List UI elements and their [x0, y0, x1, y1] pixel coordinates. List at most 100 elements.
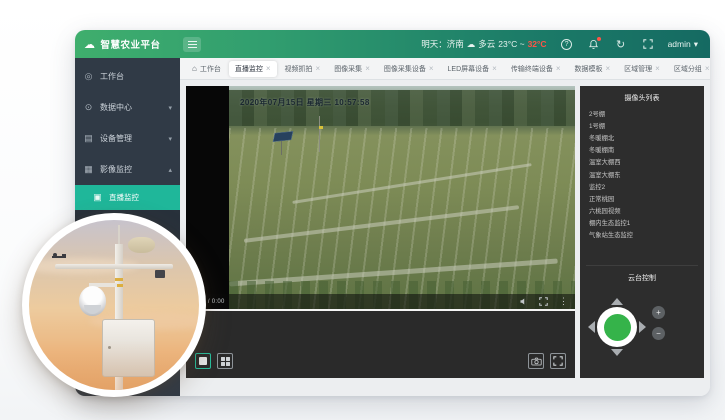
- help-icon[interactable]: ?: [560, 37, 574, 51]
- ptz-up-button[interactable]: [611, 298, 623, 305]
- camera-list-item[interactable]: 1号棚: [580, 119, 704, 131]
- camera-list-item[interactable]: 2号棚: [580, 107, 704, 119]
- sidebar-item-data-center[interactable]: ⊙ 数据中心 ▾: [75, 92, 180, 123]
- temp-high: 32°C: [528, 39, 547, 49]
- camera-list-item[interactable]: 棚内生态监控1: [580, 217, 704, 229]
- grid-view-icon: [221, 357, 230, 366]
- volume-icon[interactable]: [519, 297, 528, 306]
- camera-list-item[interactable]: 正常桃园: [580, 192, 704, 204]
- camera-list-item[interactable]: 冬暖棚南: [580, 144, 704, 156]
- chevron-down-icon: ▾: [694, 39, 698, 50]
- weather-station-photo: [22, 213, 206, 397]
- tab-image-collection[interactable]: 图像采集 ×: [328, 61, 376, 77]
- single-view-icon: [199, 357, 207, 365]
- more-options-icon[interactable]: ⋮: [559, 297, 568, 306]
- player-fullscreen-button[interactable]: [550, 353, 566, 369]
- tab-transmission-devices[interactable]: 传输终端设备 ×: [505, 61, 567, 77]
- video-frame-field: 2020年07月15日 星期三 10:57:58: [229, 86, 575, 311]
- user-name: admin: [668, 39, 691, 49]
- ptz-right-button[interactable]: [639, 321, 646, 333]
- ptz-dpad: [589, 299, 645, 355]
- close-icon[interactable]: ×: [655, 65, 660, 73]
- chevron-up-icon: ▴: [168, 166, 172, 174]
- tab-home[interactable]: ⌂ 工作台: [186, 61, 227, 77]
- chevron-down-icon: ▾: [168, 104, 172, 112]
- anemometer: [52, 253, 66, 261]
- sidebar-item-label: 数据中心: [100, 102, 132, 113]
- snapshot-button[interactable]: [528, 353, 544, 369]
- camera-list-item[interactable]: 监控2: [580, 180, 704, 192]
- close-icon[interactable]: ×: [266, 65, 271, 73]
- sensor-cross-arm: [55, 264, 173, 269]
- video-timestamp-overlay: 2020年07月15日 星期三 10:57:58: [240, 97, 370, 108]
- close-icon[interactable]: ×: [492, 65, 497, 73]
- tab-led-screen-devices[interactable]: LED屏幕设备 ×: [442, 61, 503, 77]
- ptz-zoom-in-button[interactable]: +: [652, 306, 665, 319]
- sidebar-item-label: 直播监控: [109, 192, 139, 203]
- camera-panel: 摄像头列表 2号棚 1号棚 冬暖棚北 冬暖棚南 温室大棚西 温室大棚东 监控2 …: [580, 86, 704, 378]
- weather-summary: 明天：济南 ☁ 多云 23°C ~ 32°C: [421, 38, 546, 50]
- fullscreen-icon[interactable]: [641, 37, 655, 51]
- ptz-control-title: 云台控制: [580, 266, 704, 287]
- grid-view-button[interactable]: [217, 353, 233, 369]
- camera-icon: [531, 357, 542, 366]
- tree-line: [229, 90, 575, 126]
- weather-cloud-icon: ☁: [467, 39, 476, 50]
- device-icon: ▤: [83, 133, 94, 144]
- app-title: 智慧农业平台: [101, 37, 161, 51]
- close-icon[interactable]: ×: [316, 65, 321, 73]
- sidebar-toggle-button[interactable]: [183, 37, 201, 52]
- ptz-left-button[interactable]: [588, 321, 595, 333]
- dashboard-icon: ◎: [83, 71, 94, 82]
- sidebar-item-device-management[interactable]: ▤ 设备管理 ▾: [75, 123, 180, 154]
- camera-list-item[interactable]: 气象站生态监控: [580, 229, 704, 241]
- close-icon[interactable]: ×: [556, 65, 561, 73]
- weather-city: 明天：济南: [421, 38, 464, 50]
- content-area: 2020年07月15日 星期三 10:57:58 0:00 / 0:00 ⋮: [180, 80, 710, 396]
- tab-region-management[interactable]: 区域管理 ×: [618, 61, 666, 77]
- close-icon[interactable]: ×: [705, 65, 710, 73]
- tab-region-grouping[interactable]: 区域分组 ×: [668, 61, 710, 77]
- sidebar-item-video-monitoring[interactable]: ▦ 影像监控 ▴: [75, 154, 180, 185]
- ptz-center-button[interactable]: [597, 307, 637, 347]
- sidebar-item-label: 影像监控: [100, 164, 132, 175]
- close-icon[interactable]: ×: [429, 65, 434, 73]
- camera-list-item[interactable]: 六桃园视频: [580, 205, 704, 217]
- ptz-control: + −: [580, 289, 704, 375]
- close-icon[interactable]: ×: [606, 65, 611, 73]
- video-control-bar: 0:00 / 0:00 ⋮: [186, 294, 575, 309]
- chevron-down-icon: ▾: [168, 135, 172, 143]
- ptz-dome-camera: [79, 286, 106, 316]
- sidebar-item-label: 设备管理: [100, 133, 132, 144]
- home-icon: ⌂: [192, 64, 197, 73]
- wind-sensor: [155, 270, 165, 278]
- tab-data-template[interactable]: 数据模板 ×: [569, 61, 617, 77]
- tab-live-monitoring[interactable]: 直播监控 ×: [229, 61, 277, 77]
- expand-icon: [553, 356, 563, 366]
- ptz-zoom-out-button[interactable]: −: [652, 327, 665, 340]
- video-fullscreen-icon[interactable]: [539, 297, 548, 306]
- tab-video-capture[interactable]: 视频抓拍 ×: [279, 61, 327, 77]
- tab-image-collection-devices[interactable]: 图像采集设备 ×: [378, 61, 440, 77]
- refresh-icon[interactable]: ↻: [614, 37, 628, 51]
- data-center-icon: ⊙: [83, 102, 94, 113]
- user-menu[interactable]: admin ▾: [668, 39, 698, 50]
- monitor-icon: ▦: [83, 164, 94, 175]
- sidebar-item-workbench[interactable]: ◎ 工作台: [75, 61, 180, 92]
- player-toolbar: [186, 311, 575, 378]
- antenna: [118, 225, 120, 245]
- camera-list-item[interactable]: 温室大棚东: [580, 168, 704, 180]
- video-viewport[interactable]: 2020年07月15日 星期三 10:57:58 0:00 / 0:00 ⋮: [186, 86, 575, 311]
- tab-bar: ⌂ 工作台 直播监控 × 视频抓拍 × 图像采集 × 图像采集设备 × LED屏…: [180, 58, 710, 80]
- sidebar-item-live-monitoring[interactable]: ▣ 直播监控: [75, 185, 180, 210]
- camera-list-item[interactable]: 冬暖棚北: [580, 131, 704, 143]
- notification-badge: [597, 37, 601, 41]
- notification-bell-icon[interactable]: [587, 37, 601, 51]
- sidebar-item-label: 工作台: [100, 71, 124, 82]
- ptz-down-button[interactable]: [611, 349, 623, 356]
- camera-list-title: 摄像头列表: [580, 86, 704, 107]
- camera-list-item[interactable]: 温室大棚西: [580, 156, 704, 168]
- close-icon[interactable]: ×: [365, 65, 370, 73]
- live-monitor-icon: ▣: [92, 192, 103, 203]
- temp-low: 23°C ~: [498, 39, 524, 49]
